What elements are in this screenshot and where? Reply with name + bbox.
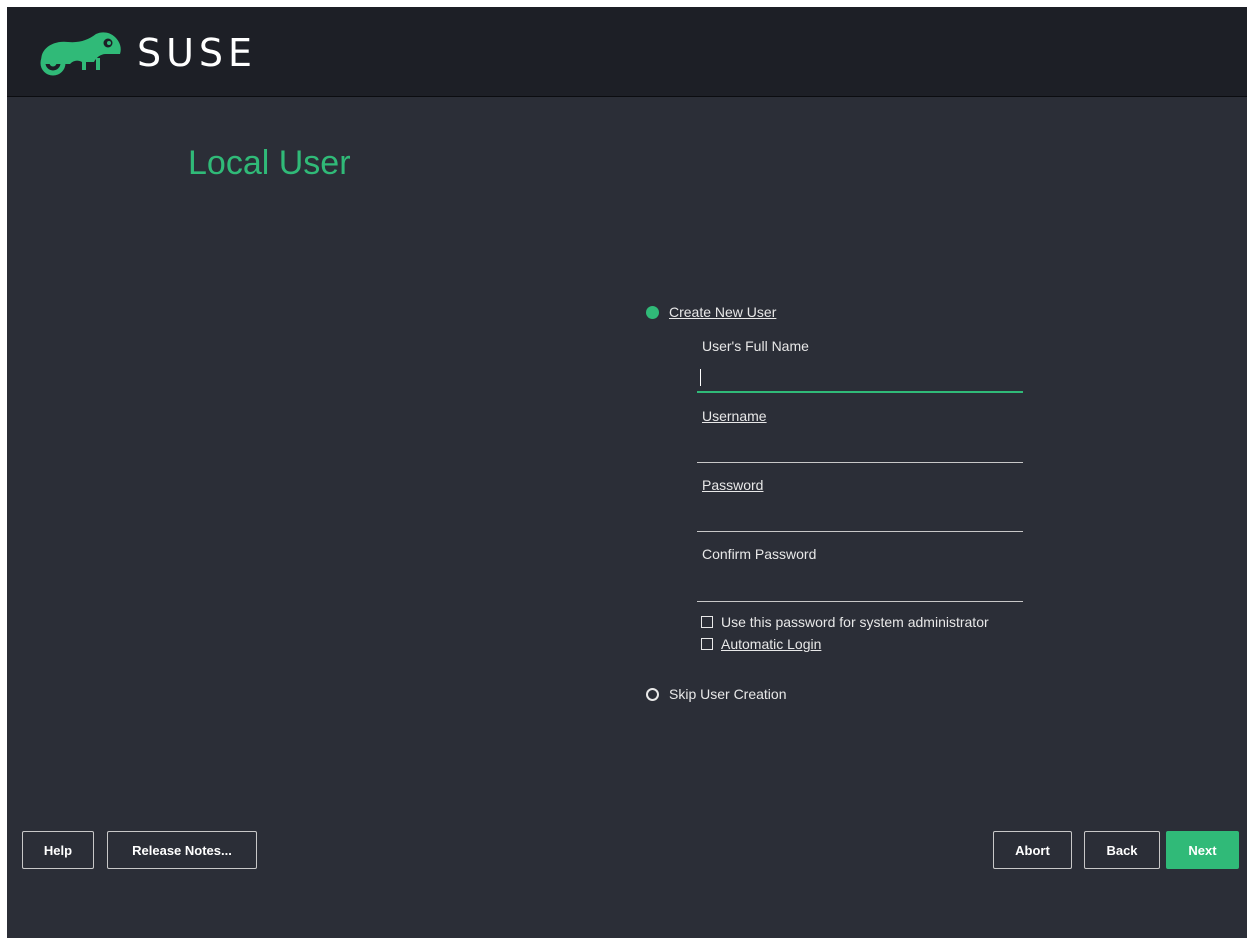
brand-name: SUSE (137, 31, 258, 75)
release-notes-button[interactable]: Release Notes... (107, 831, 257, 869)
full-name-input[interactable] (697, 391, 1023, 393)
text-cursor (700, 369, 701, 386)
automatic-login-label: Automatic Login (721, 636, 822, 652)
checkbox-icon (701, 616, 713, 628)
page-title: Local User (188, 144, 351, 182)
chameleon-logo-icon (36, 30, 128, 80)
back-button[interactable]: Back (1084, 831, 1160, 869)
help-button[interactable]: Help (22, 831, 94, 869)
password-label: Password (702, 477, 764, 493)
automatic-login-checkbox[interactable]: Automatic Login (701, 636, 821, 652)
username-input[interactable] (697, 462, 1023, 463)
installer-window: SUSE Local User Create New User User's F… (7, 7, 1247, 938)
radio-selected-icon (646, 305, 659, 319)
password-input[interactable] (697, 531, 1023, 532)
radio-unselected-icon (646, 687, 659, 701)
create-new-user-label: Create New User (669, 304, 777, 320)
confirm-password-input[interactable] (697, 601, 1023, 602)
checkbox-icon (701, 638, 713, 650)
header-bar: SUSE (7, 7, 1247, 97)
abort-button[interactable]: Abort (993, 831, 1072, 869)
confirm-password-label: Confirm Password (702, 546, 817, 562)
skip-user-creation-label: Skip User Creation (669, 686, 787, 702)
username-label: Username (702, 408, 767, 424)
full-name-label: User's Full Name (702, 338, 809, 354)
create-new-user-radio[interactable]: Create New User (646, 304, 776, 320)
use-for-admin-checkbox[interactable]: Use this password for system administrat… (701, 614, 989, 630)
use-for-admin-label: Use this password for system administrat… (721, 614, 989, 630)
next-button[interactable]: Next (1166, 831, 1239, 869)
skip-user-creation-radio[interactable]: Skip User Creation (646, 686, 787, 702)
